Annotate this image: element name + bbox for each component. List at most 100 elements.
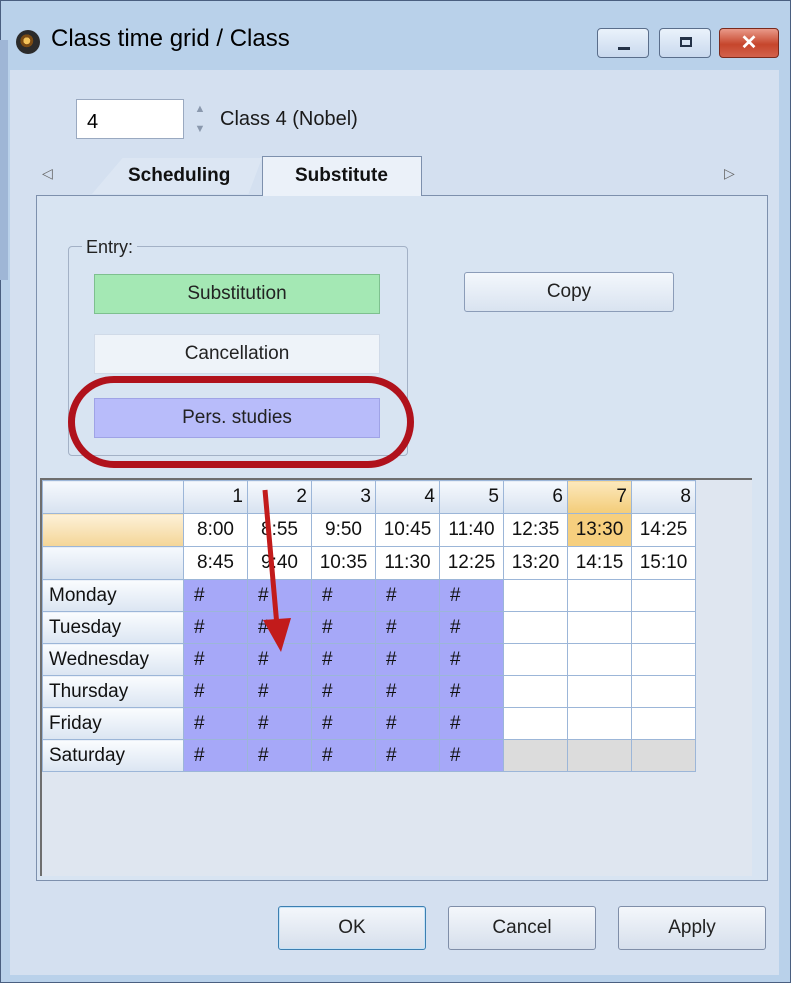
tab-label: Substitute (295, 165, 388, 186)
end-time-cell[interactable]: 10:35 (311, 546, 376, 580)
timetable-cell[interactable] (503, 611, 568, 644)
timetable-cell[interactable]: # (439, 739, 504, 772)
timetable-cell[interactable] (631, 643, 696, 676)
timetable-cell[interactable]: # (311, 739, 376, 772)
timetable-cell[interactable] (631, 675, 696, 708)
timetable-cell[interactable] (631, 579, 696, 612)
apply-button[interactable]: Apply (618, 906, 766, 950)
timetable-cell[interactable]: # (311, 675, 376, 708)
timetable-cell[interactable]: # (375, 675, 440, 708)
timetable-cell[interactable]: # (247, 707, 312, 740)
spin-down-button[interactable]: ▼ (187, 120, 213, 139)
period-header[interactable]: 7 (567, 480, 632, 514)
day-header[interactable]: Saturday (42, 739, 184, 772)
timetable-cell[interactable] (567, 643, 632, 676)
day-header[interactable]: Thursday (42, 675, 184, 708)
close-icon: ✕ (740, 32, 758, 54)
timetable-cell[interactable] (567, 675, 632, 708)
timetable-cell[interactable]: # (311, 579, 376, 612)
start-time-cell[interactable]: 10:45 (375, 513, 440, 547)
start-time-cell[interactable]: 14:25 (631, 513, 696, 547)
day-header[interactable]: Monday (42, 579, 184, 612)
start-time-cell[interactable]: 8:00 (183, 513, 248, 547)
highlight-circle-annotation (68, 376, 414, 468)
timetable-cell[interactable]: # (439, 675, 504, 708)
red-arrow-annotation (262, 489, 291, 652)
substitution-button[interactable]: Substitution (94, 274, 380, 314)
timetable-cell[interactable]: # (375, 579, 440, 612)
end-time-cell[interactable]: 8:45 (183, 546, 248, 580)
timetable-cell[interactable]: # (183, 579, 248, 612)
period-header[interactable]: 3 (311, 480, 376, 514)
timetable-cell[interactable] (567, 579, 632, 612)
timetable-cell[interactable] (567, 739, 632, 772)
timetable-cell[interactable]: # (183, 611, 248, 644)
timetable-cell[interactable] (503, 675, 568, 708)
day-header[interactable]: Friday (42, 707, 184, 740)
minimize-button[interactable] (597, 28, 649, 58)
end-time-cell[interactable]: 15:10 (631, 546, 696, 580)
timetable-cell[interactable] (503, 739, 568, 772)
timetable-cell[interactable] (631, 707, 696, 740)
day-row: Wednesday # # # # # (42, 643, 696, 676)
timetable-cell[interactable] (503, 643, 568, 676)
period-header[interactable]: 8 (631, 480, 696, 514)
period-header[interactable]: 6 (503, 480, 568, 514)
spin-up-button[interactable]: ▲ (187, 100, 213, 119)
start-time-cell[interactable]: 11:40 (439, 513, 504, 547)
timetable-cell[interactable]: # (247, 739, 312, 772)
timetable-cell[interactable]: # (439, 643, 504, 676)
day-row: Tuesday # # # # # (42, 611, 696, 644)
end-time-row-header[interactable] (42, 546, 184, 580)
start-time-row: 8:00 8:55 9:50 10:45 11:40 12:35 13:30 14:25 (42, 513, 696, 547)
close-button[interactable]: ✕ (719, 28, 779, 58)
maximize-button[interactable] (659, 28, 711, 58)
maximize-icon (680, 37, 692, 47)
timetable-cell[interactable]: # (183, 739, 248, 772)
day-header[interactable]: Wednesday (42, 643, 184, 676)
tab-scroll-left-icon[interactable]: ◁ (42, 165, 53, 182)
timetable-cell[interactable]: # (375, 643, 440, 676)
period-header[interactable]: 4 (375, 480, 440, 514)
end-time-cell[interactable]: 13:20 (503, 546, 568, 580)
start-time-cell[interactable]: 13:30 (567, 513, 632, 547)
timetable-cell[interactable]: # (311, 707, 376, 740)
period-header[interactable]: 1 (183, 480, 248, 514)
start-time-row-header[interactable] (42, 513, 184, 547)
timetable-cell[interactable] (631, 739, 696, 772)
start-time-cell[interactable]: 12:35 (503, 513, 568, 547)
ok-button[interactable]: OK (278, 906, 426, 950)
day-header[interactable]: Tuesday (42, 611, 184, 644)
tab-substitute[interactable]: Substitute (262, 156, 422, 196)
timetable-cell[interactable] (631, 611, 696, 644)
period-header[interactable]: 5 (439, 480, 504, 514)
timetable-cell[interactable]: # (311, 643, 376, 676)
timetable-cell[interactable]: # (439, 707, 504, 740)
timetable-cell[interactable]: # (183, 675, 248, 708)
tab-scroll-right-icon[interactable]: ▷ (724, 165, 735, 182)
timetable-cell[interactable]: # (439, 611, 504, 644)
timetable-cell[interactable] (567, 707, 632, 740)
timetable-cell[interactable]: # (183, 643, 248, 676)
timetable-cell[interactable]: # (375, 611, 440, 644)
timetable-cell[interactable] (503, 579, 568, 612)
timetable-cell[interactable]: # (439, 579, 504, 612)
tab-scheduling[interactable]: Scheduling (92, 158, 262, 194)
timetable-cell[interactable] (567, 611, 632, 644)
end-time-cell[interactable]: 12:25 (439, 546, 504, 580)
cancel-button[interactable]: Cancel (448, 906, 596, 950)
copy-button[interactable]: Copy (464, 272, 674, 312)
cancellation-button[interactable]: Cancellation (94, 334, 380, 374)
class-number-input[interactable] (76, 99, 184, 139)
title-bar[interactable]: Class time grid / Class ✕ (1, 1, 790, 61)
timetable-cell[interactable] (503, 707, 568, 740)
timetable-cell[interactable]: # (247, 675, 312, 708)
end-time-cell[interactable]: 14:15 (567, 546, 632, 580)
grid-header-row: 12345678 (42, 480, 696, 514)
timetable-cell[interactable]: # (311, 611, 376, 644)
timetable-cell[interactable]: # (375, 707, 440, 740)
start-time-cell[interactable]: 9:50 (311, 513, 376, 547)
timetable-cell[interactable]: # (375, 739, 440, 772)
timetable-cell[interactable]: # (183, 707, 248, 740)
end-time-cell[interactable]: 11:30 (375, 546, 440, 580)
